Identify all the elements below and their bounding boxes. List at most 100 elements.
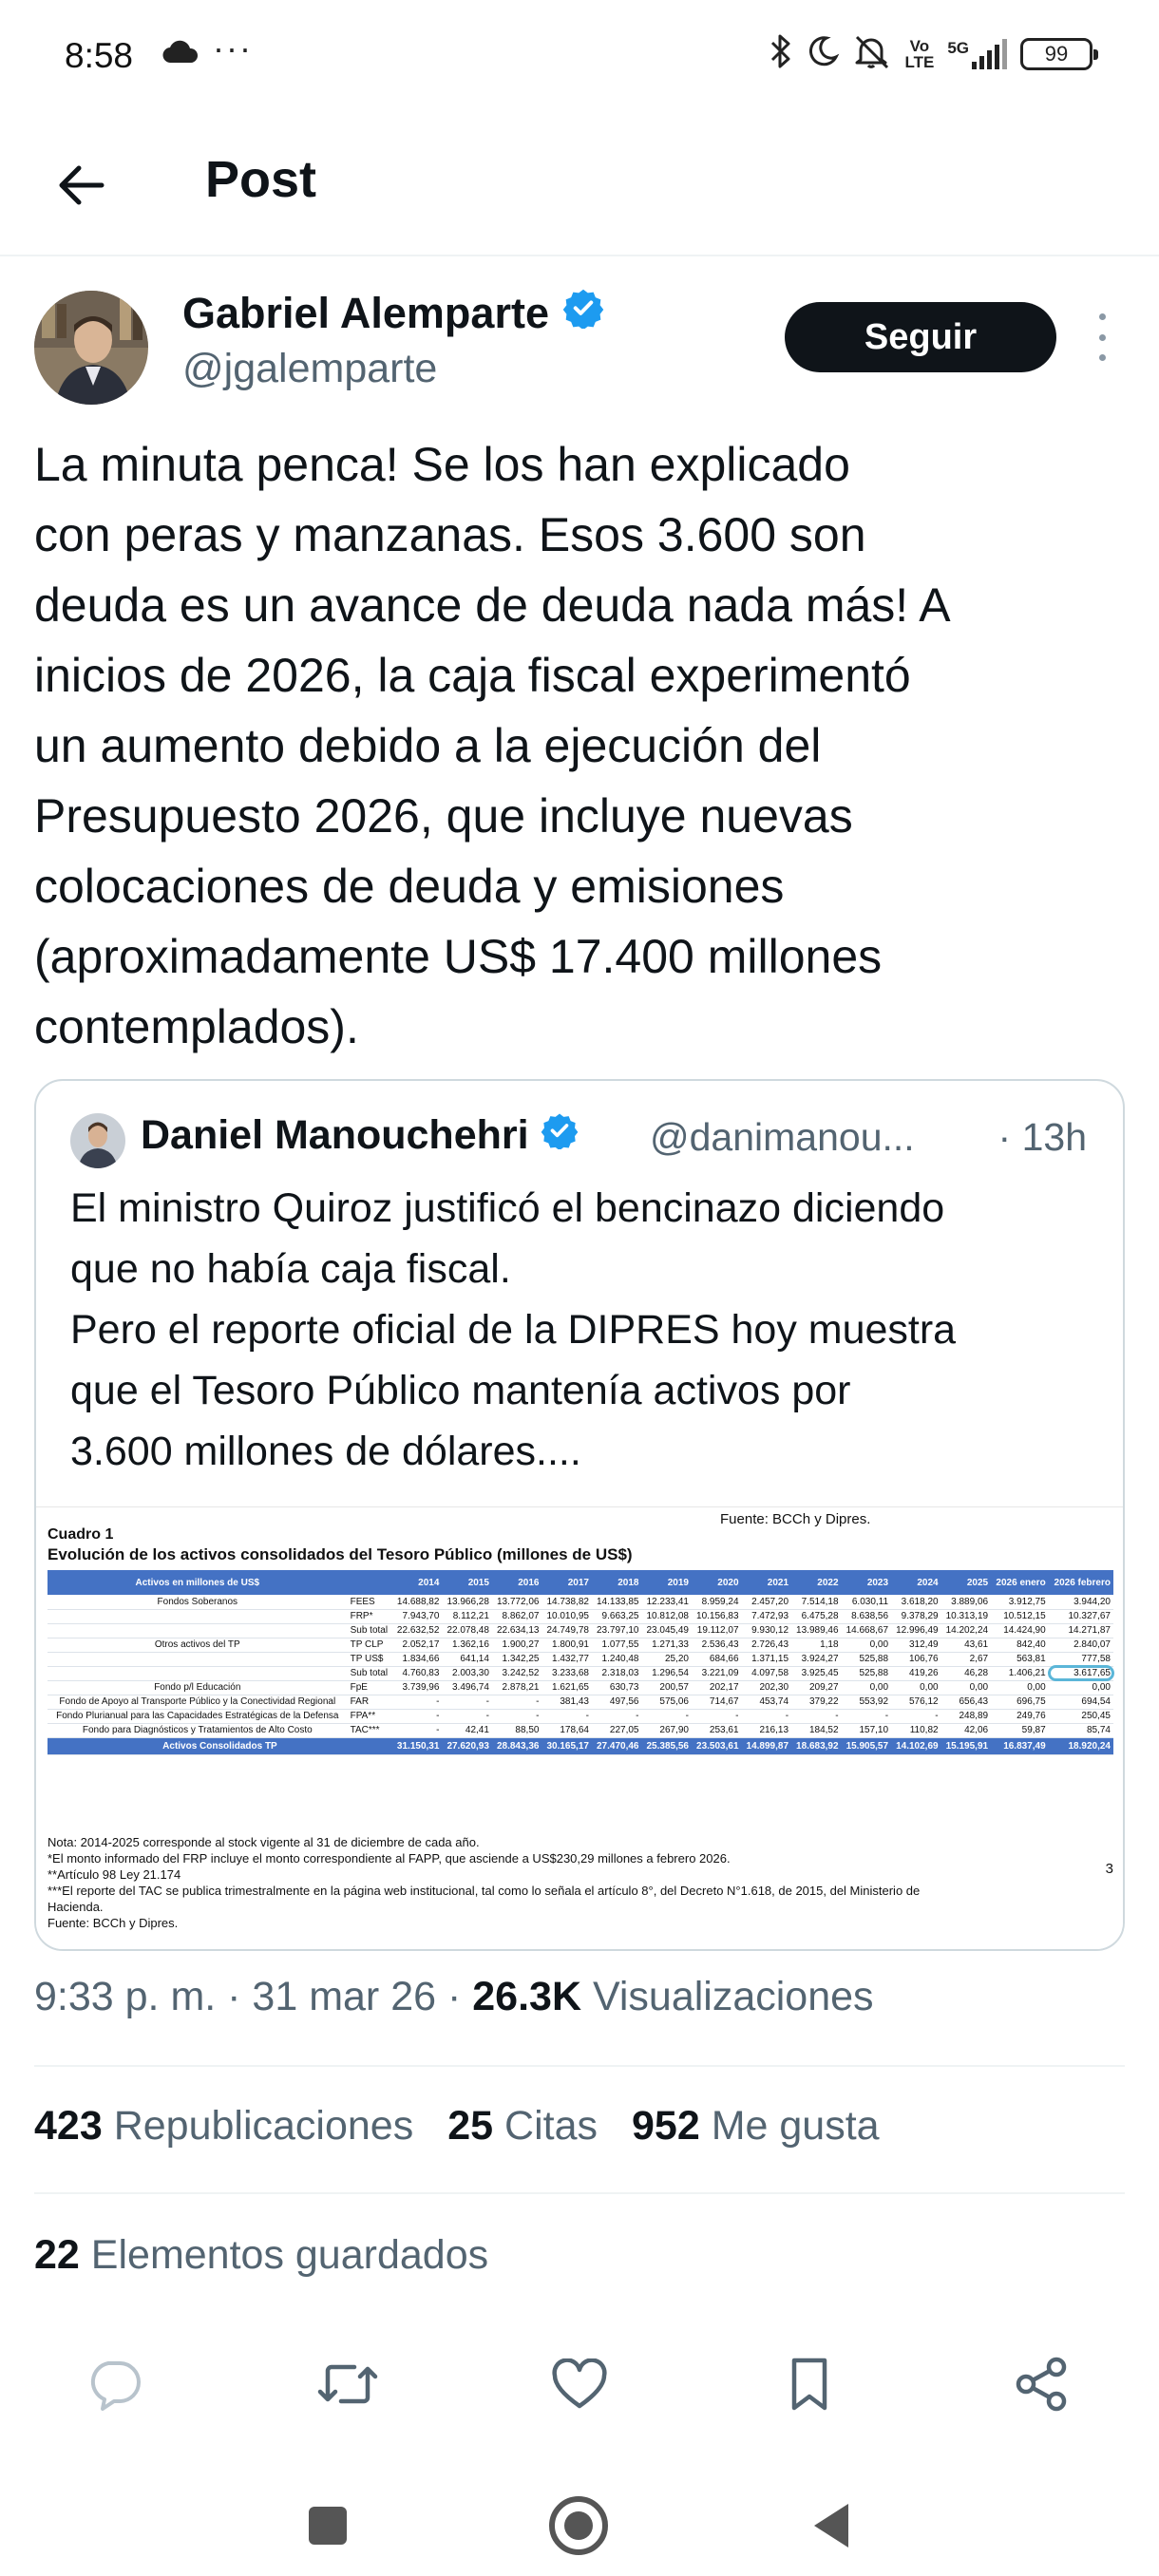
table-cell: 2.318,03 xyxy=(591,1666,642,1681)
quoted-tweet-card[interactable]: Daniel Manouchehri @danimanou... · 13h E… xyxy=(34,1079,1125,1951)
table-cell: 3.242,52 xyxy=(491,1666,542,1681)
table-cell: 4.760,83 xyxy=(391,1666,443,1681)
quoted-tweet-image[interactable]: Fuente: BCCh y Dipres. Cuadro 1 Evolució… xyxy=(36,1506,1123,1949)
table-cell: 4.097,58 xyxy=(741,1666,792,1681)
author-avatar[interactable] xyxy=(34,291,148,405)
more-options-icon[interactable] xyxy=(1092,313,1112,361)
status-time: 8:58 xyxy=(65,36,134,75)
table-cell: 777,58 xyxy=(1048,1652,1113,1667)
table-cell: - xyxy=(391,1723,443,1738)
total-cell: 18.920,24 xyxy=(1048,1737,1113,1755)
table-cell: 267,90 xyxy=(641,1723,692,1738)
total-cell: 27.470,46 xyxy=(591,1737,642,1755)
table-cell: - xyxy=(391,1709,443,1724)
back-arrow-icon[interactable] xyxy=(48,152,114,218)
table-cell: 0,00 xyxy=(940,1680,992,1695)
table-header-cell: 2018 xyxy=(591,1570,642,1595)
table-cell: 1.342,25 xyxy=(491,1652,542,1667)
table-cell: 200,57 xyxy=(641,1680,692,1695)
table-cell: 209,27 xyxy=(791,1680,842,1695)
table-cell: 1.362,16 xyxy=(442,1638,492,1653)
author-name[interactable]: Gabriel Alemparte xyxy=(182,287,604,339)
table-row: Sub total 22.632,52 22.078,48 22.634,13 24.7… xyxy=(48,1623,1113,1638)
bookmark-icon[interactable] xyxy=(771,2346,847,2422)
table-cell: 6.475,28 xyxy=(791,1609,842,1624)
table-cell: 12.996,49 xyxy=(891,1623,941,1638)
table-cell: 1.371,15 xyxy=(741,1652,792,1667)
recents-square-icon[interactable] xyxy=(294,2492,361,2559)
row-code: Sub total xyxy=(347,1623,392,1638)
table-cell: 22.078,48 xyxy=(442,1623,492,1638)
table-cell: 7.472,93 xyxy=(741,1609,792,1624)
table-header-cell: 2021 xyxy=(741,1570,792,1595)
home-circle-icon[interactable] xyxy=(545,2492,612,2559)
total-cell: 15.905,57 xyxy=(841,1737,892,1755)
follow-button[interactable]: Seguir xyxy=(785,302,1056,372)
total-cell: 31.150,31 xyxy=(391,1737,443,1755)
back-triangle-icon[interactable] xyxy=(798,2492,864,2559)
table-cell: 19.112,07 xyxy=(692,1623,742,1638)
share-icon[interactable] xyxy=(1003,2346,1079,2422)
table-cell: 641,14 xyxy=(442,1652,492,1667)
quoted-author-name[interactable]: Daniel Manouchehri xyxy=(141,1111,579,1160)
views-label: Visualizaciones xyxy=(581,1974,874,2019)
tweet-meta: 9:33 p. m. · 31 mar 26 · 26.3K Visualiza… xyxy=(34,1974,874,2020)
volte-bottom: LTE xyxy=(904,52,935,71)
cloud-icon xyxy=(162,40,200,69)
tweet-timestamp: 9:33 p. m. · 31 mar 26 · xyxy=(34,1974,473,2019)
total-cell: 27.620,93 xyxy=(442,1737,492,1755)
quoted-author-name-text[interactable]: Daniel Manouchehri xyxy=(141,1112,529,1159)
table-cell: - xyxy=(741,1709,792,1724)
table-row: Fondo Plurianual para las Capacidades Es… xyxy=(48,1709,1113,1724)
image-table-title: Evolución de los activos consolidados de… xyxy=(48,1545,633,1563)
table-cell: 3.233,68 xyxy=(542,1666,592,1681)
repost-icon[interactable] xyxy=(310,2346,386,2422)
table-cell: 110,82 xyxy=(891,1723,941,1738)
quotes-stat[interactable]: 25 Citas xyxy=(447,2103,598,2150)
table-cell: 14.424,90 xyxy=(991,1623,1049,1638)
table-cell: 525,88 xyxy=(841,1652,892,1667)
table-cell: 453,74 xyxy=(741,1695,792,1710)
table-cell: 2.726,43 xyxy=(741,1638,792,1653)
quoted-author-avatar[interactable] xyxy=(70,1113,125,1168)
quotes-count: 25 xyxy=(447,2103,494,2149)
total-cell: 25.385,56 xyxy=(641,1737,692,1755)
author-name-text[interactable]: Gabriel Alemparte xyxy=(182,289,549,338)
quoted-tweet-text: El ministro Quiroz justificó el bencinaz… xyxy=(70,1185,957,1474)
table-cell: 23.045,49 xyxy=(641,1623,692,1638)
table-cell: - xyxy=(591,1709,642,1724)
total-cell: 30.165,17 xyxy=(542,1737,592,1755)
views-count: 26.3K xyxy=(472,1974,581,2019)
author-handle[interactable]: @jgalemparte xyxy=(182,346,437,392)
table-cell: 497,56 xyxy=(591,1695,642,1710)
table-cell: 9.663,25 xyxy=(591,1609,642,1624)
table-row: Fondo para Diagnósticos y Tratamientos d… xyxy=(48,1723,1113,1738)
table-cell: 157,10 xyxy=(841,1723,892,1738)
table-cell: 106,76 xyxy=(891,1652,941,1667)
table-cell: 0,00 xyxy=(991,1680,1049,1695)
table-cell: 2.003,30 xyxy=(442,1666,492,1681)
heart-icon[interactable] xyxy=(542,2346,618,2422)
reply-icon[interactable] xyxy=(76,2346,152,2422)
table-header-cell: 2020 xyxy=(692,1570,742,1595)
table-cell: 22.632,52 xyxy=(391,1623,443,1638)
table-row: TP US$ 1.834,66 641,14 1.342,25 1.432,77 1.24… xyxy=(48,1652,1113,1667)
row-group: Fondos Soberanos xyxy=(48,1595,348,1610)
row-group: Fondo para Diagnósticos y Tratamientos d… xyxy=(48,1723,348,1738)
quoted-author-handle[interactable]: @danimanou... xyxy=(650,1115,915,1160)
row-code: FPA** xyxy=(347,1709,392,1724)
reposts-stat[interactable]: 423 Republicaciones xyxy=(34,2103,413,2150)
table-cell: 1.296,54 xyxy=(641,1666,692,1681)
saved-stat[interactable]: 22 Elementos guardados xyxy=(34,2232,488,2279)
table-cell: 563,81 xyxy=(991,1652,1049,1667)
table-cell: 6.030,11 xyxy=(841,1595,892,1610)
table-cell: 0,00 xyxy=(891,1680,941,1695)
table-cell: 9.378,29 xyxy=(891,1609,941,1624)
likes-label: Me gusta xyxy=(699,2103,880,2149)
table-cell: 694,54 xyxy=(1048,1695,1113,1710)
image-page-number: 3 xyxy=(1105,1861,1113,1877)
total-cell: 23.503,61 xyxy=(692,1737,742,1755)
likes-stat[interactable]: 952 Me gusta xyxy=(632,2103,880,2150)
reposts-count: 423 xyxy=(34,2103,103,2149)
row-group: Fondo p/l Educación xyxy=(48,1680,348,1695)
